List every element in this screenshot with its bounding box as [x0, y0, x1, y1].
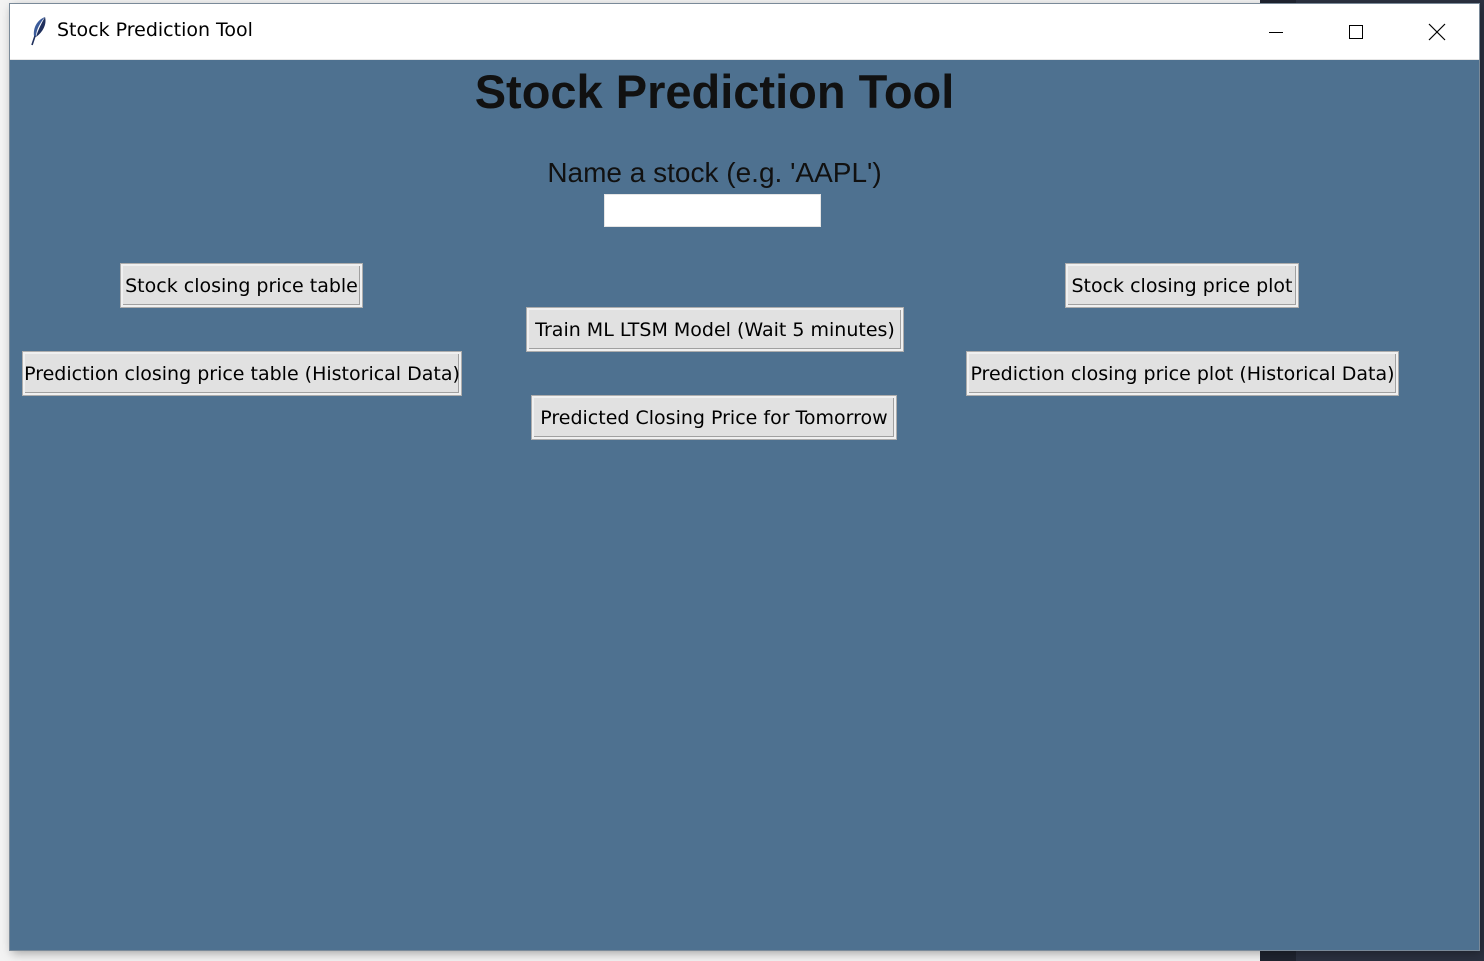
maximize-button[interactable] [1316, 4, 1396, 59]
train-model-button[interactable]: Train ML LTSM Model (Wait 5 minutes) [527, 308, 903, 351]
predict-tomorrow-button[interactable]: Predicted Closing Price for Tomorrow [532, 396, 896, 439]
stock-prompt-label: Name a stock (e.g. 'AAPL') [547, 157, 882, 188]
minimize-button[interactable] [1236, 4, 1316, 59]
prediction-plot-button[interactable]: Prediction closing price plot (Historica… [967, 352, 1398, 395]
app-window: Stock Prediction Tool Stock Prediction T… [10, 4, 1479, 950]
stock-symbol-input[interactable] [604, 194, 821, 227]
page-title: Stock Prediction Tool [474, 65, 955, 118]
feather-icon [28, 16, 50, 46]
main-panel: Stock Prediction Tool Name a stock (e.g.… [10, 59, 1479, 950]
close-icon [1428, 23, 1446, 41]
minimize-icon [1268, 24, 1284, 40]
prediction-table-button[interactable]: Prediction closing price table (Historic… [23, 352, 461, 395]
maximize-icon [1348, 24, 1364, 40]
window-title: Stock Prediction Tool [57, 19, 253, 41]
closing-price-plot-button[interactable]: Stock closing price plot [1066, 264, 1298, 307]
closing-price-table-button[interactable]: Stock closing price table [121, 264, 362, 307]
title-bar[interactable]: Stock Prediction Tool [10, 4, 1479, 60]
close-button[interactable] [1397, 4, 1477, 59]
